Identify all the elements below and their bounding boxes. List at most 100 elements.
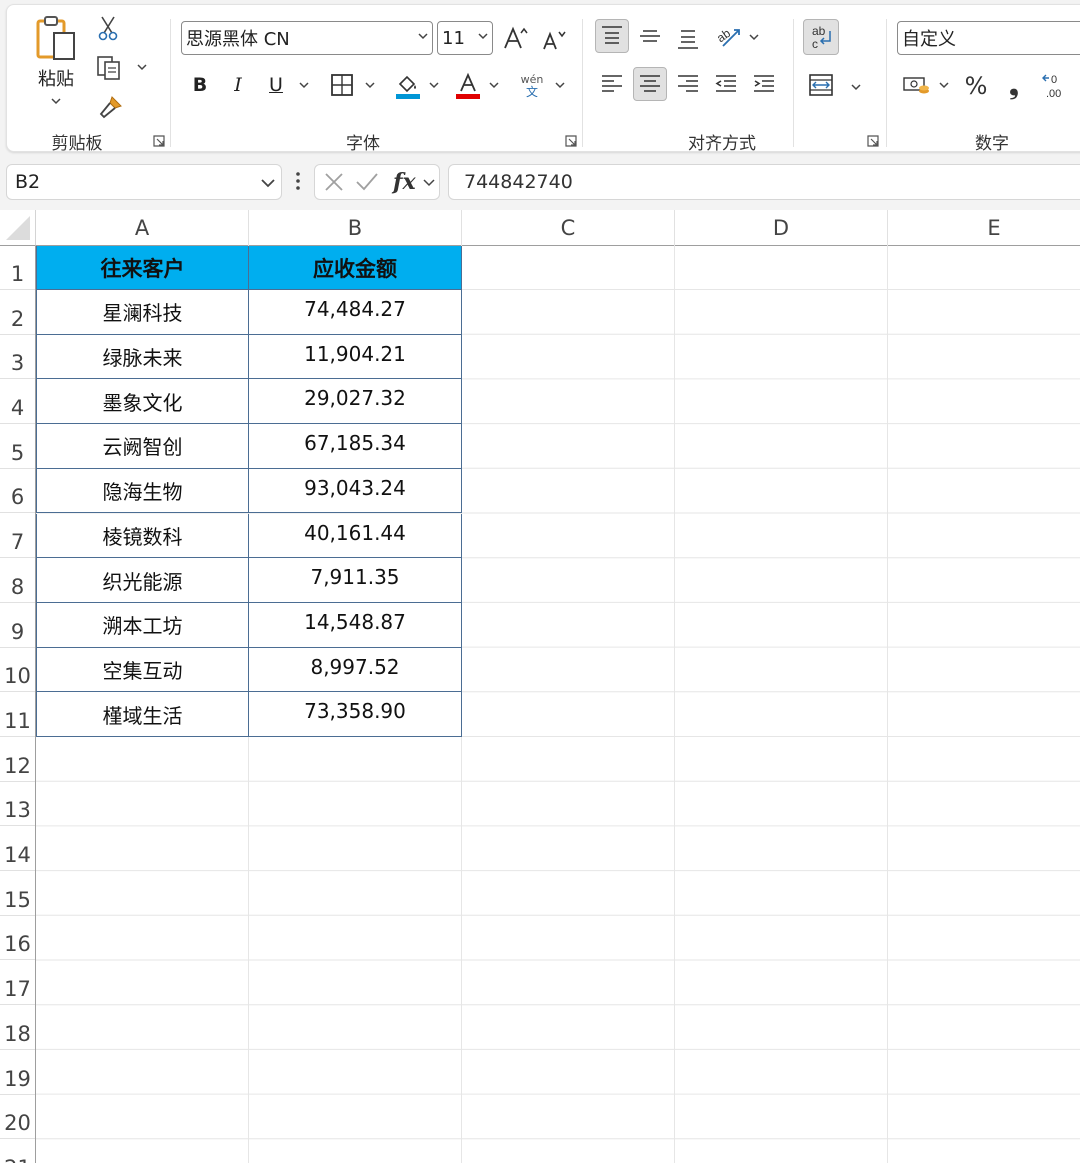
merge-dropdown-icon[interactable] [851,83,861,91]
row-header-21[interactable]: 21 [0,1139,35,1163]
row-header-3[interactable]: 3 [0,335,35,380]
row-header-6[interactable]: 6 [0,469,35,514]
borders-dropdown-icon[interactable] [365,81,375,89]
paste-button[interactable]: 粘贴 [31,15,81,105]
font-color-dropdown-icon[interactable] [489,81,499,89]
enter-check-icon[interactable] [355,171,379,193]
row-header-1[interactable]: 1 [0,246,35,290]
customer-name-cell[interactable]: 槿域生活 [36,692,249,737]
alignment-group-label: 对齐方式 [688,134,756,154]
row-header-17[interactable]: 17 [0,961,35,1006]
italic-button[interactable]: I [223,69,253,101]
receivable-amount-cell[interactable]: 7,911.35 [249,558,462,603]
increase-indent-button[interactable] [747,67,781,101]
customer-name-cell[interactable]: 云阙智创 [36,424,249,469]
orientation-button[interactable]: ab [711,19,747,53]
bold-button[interactable]: B [185,69,215,101]
customer-name-cell[interactable]: 织光能源 [36,558,249,603]
column-header-a[interactable]: A [36,210,249,246]
align-middle-button[interactable] [633,19,667,53]
borders-button[interactable] [325,69,359,101]
customer-name-cell[interactable]: 棱镜数科 [36,513,249,559]
column-header-e[interactable]: E [888,210,1080,246]
cut-button[interactable] [93,13,123,43]
row-header-10[interactable]: 10 [0,648,35,693]
insert-function-icon[interactable]: fx [391,168,421,196]
receivable-amount-cell[interactable]: 11,904.21 [249,334,462,380]
name-box[interactable]: B2 [6,164,282,200]
receivable-amount-cell[interactable]: 74,484.27 [249,290,462,335]
more-options-icon[interactable] [295,171,301,193]
increase-decimal-button[interactable]: 0 .00 [1037,69,1073,103]
column-header-d[interactable]: D [675,210,888,246]
percent-style-button[interactable]: % [959,69,993,103]
align-center-button[interactable] [633,67,667,101]
row-header-11[interactable]: 11 [0,692,35,737]
merge-center-button[interactable] [803,67,839,103]
receivable-amount-cell[interactable]: 14,548.87 [249,602,462,648]
dialog-launcher-icon[interactable] [867,135,879,147]
decrease-indent-button[interactable] [709,67,743,101]
row-header-2[interactable]: 2 [0,290,35,335]
customer-name-cell[interactable]: 绿脉未来 [36,334,249,380]
row-header-9[interactable]: 9 [0,603,35,648]
table-header-cell[interactable]: 往来客户 [36,246,249,290]
underline-button[interactable]: U [261,69,291,101]
row-header-14[interactable]: 14 [0,826,35,872]
row-header-12[interactable]: 12 [0,737,35,782]
cancel-icon[interactable] [323,171,345,193]
font-name-combo[interactable]: 思源黑体 CN [181,21,433,55]
align-bottom-button[interactable] [671,21,705,55]
receivable-amount-cell[interactable]: 93,043.24 [249,468,462,514]
font-size-combo[interactable]: 11 [437,21,493,55]
comma-style-button[interactable]: ❟ [999,69,1029,103]
align-right-button[interactable] [671,67,705,101]
row-header-8[interactable]: 8 [0,558,35,603]
select-all-corner[interactable] [0,210,36,246]
receivable-amount-cell[interactable]: 40,161.44 [249,513,462,559]
customer-name-cell[interactable]: 星澜科技 [36,290,249,335]
fill-color-button[interactable] [391,69,425,103]
row-header-20[interactable]: 20 [0,1095,35,1140]
fill-color-dropdown-icon[interactable] [429,81,439,89]
copy-button[interactable] [91,53,127,83]
wrap-text-button[interactable]: ab c [803,19,839,55]
accounting-dropdown-icon[interactable] [939,81,949,89]
row-header-13[interactable]: 13 [0,782,35,827]
row-header-19[interactable]: 19 [0,1050,35,1095]
decrease-font-button[interactable] [539,25,569,55]
table-header-cell[interactable]: 应收金额 [249,246,462,290]
row-header-4[interactable]: 4 [0,379,35,425]
column-header-c[interactable]: C [462,210,675,246]
format-painter-button[interactable] [93,91,129,123]
receivable-amount-cell[interactable]: 67,185.34 [249,424,462,469]
number-format-combo[interactable]: 自定义 [897,21,1080,55]
accounting-format-button[interactable] [899,69,933,101]
phonetic-guide-button[interactable]: wén 文 [515,69,549,103]
align-top-button[interactable] [595,19,629,53]
column-header-b[interactable]: B [249,210,462,246]
row-header-16[interactable]: 16 [0,916,35,961]
customer-name-cell[interactable]: 溯本工坊 [36,602,249,648]
align-left-button[interactable] [595,67,629,101]
chevron-down-icon[interactable] [423,178,435,188]
orientation-dropdown-icon[interactable] [749,33,759,41]
increase-font-button[interactable] [501,23,531,53]
phonetic-dropdown-icon[interactable] [555,81,565,89]
receivable-amount-cell[interactable]: 29,027.32 [249,379,462,425]
dialog-launcher-icon[interactable] [565,135,577,147]
dialog-launcher-icon[interactable] [153,135,165,147]
copy-dropdown-icon[interactable] [137,63,147,71]
row-header-7[interactable]: 7 [0,514,35,559]
customer-name-cell[interactable]: 空集互动 [36,647,249,693]
receivable-amount-cell[interactable]: 8,997.52 [249,647,462,693]
receivable-amount-cell[interactable]: 73,358.90 [249,692,462,737]
row-header-18[interactable]: 18 [0,1005,35,1050]
font-color-button[interactable] [451,69,485,103]
formula-input[interactable]: 744842740 [448,164,1080,200]
row-header-15[interactable]: 15 [0,871,35,916]
customer-name-cell[interactable]: 墨象文化 [36,379,249,425]
underline-dropdown-icon[interactable] [299,81,309,89]
customer-name-cell[interactable]: 隐海生物 [36,468,249,514]
row-header-5[interactable]: 5 [0,424,35,469]
